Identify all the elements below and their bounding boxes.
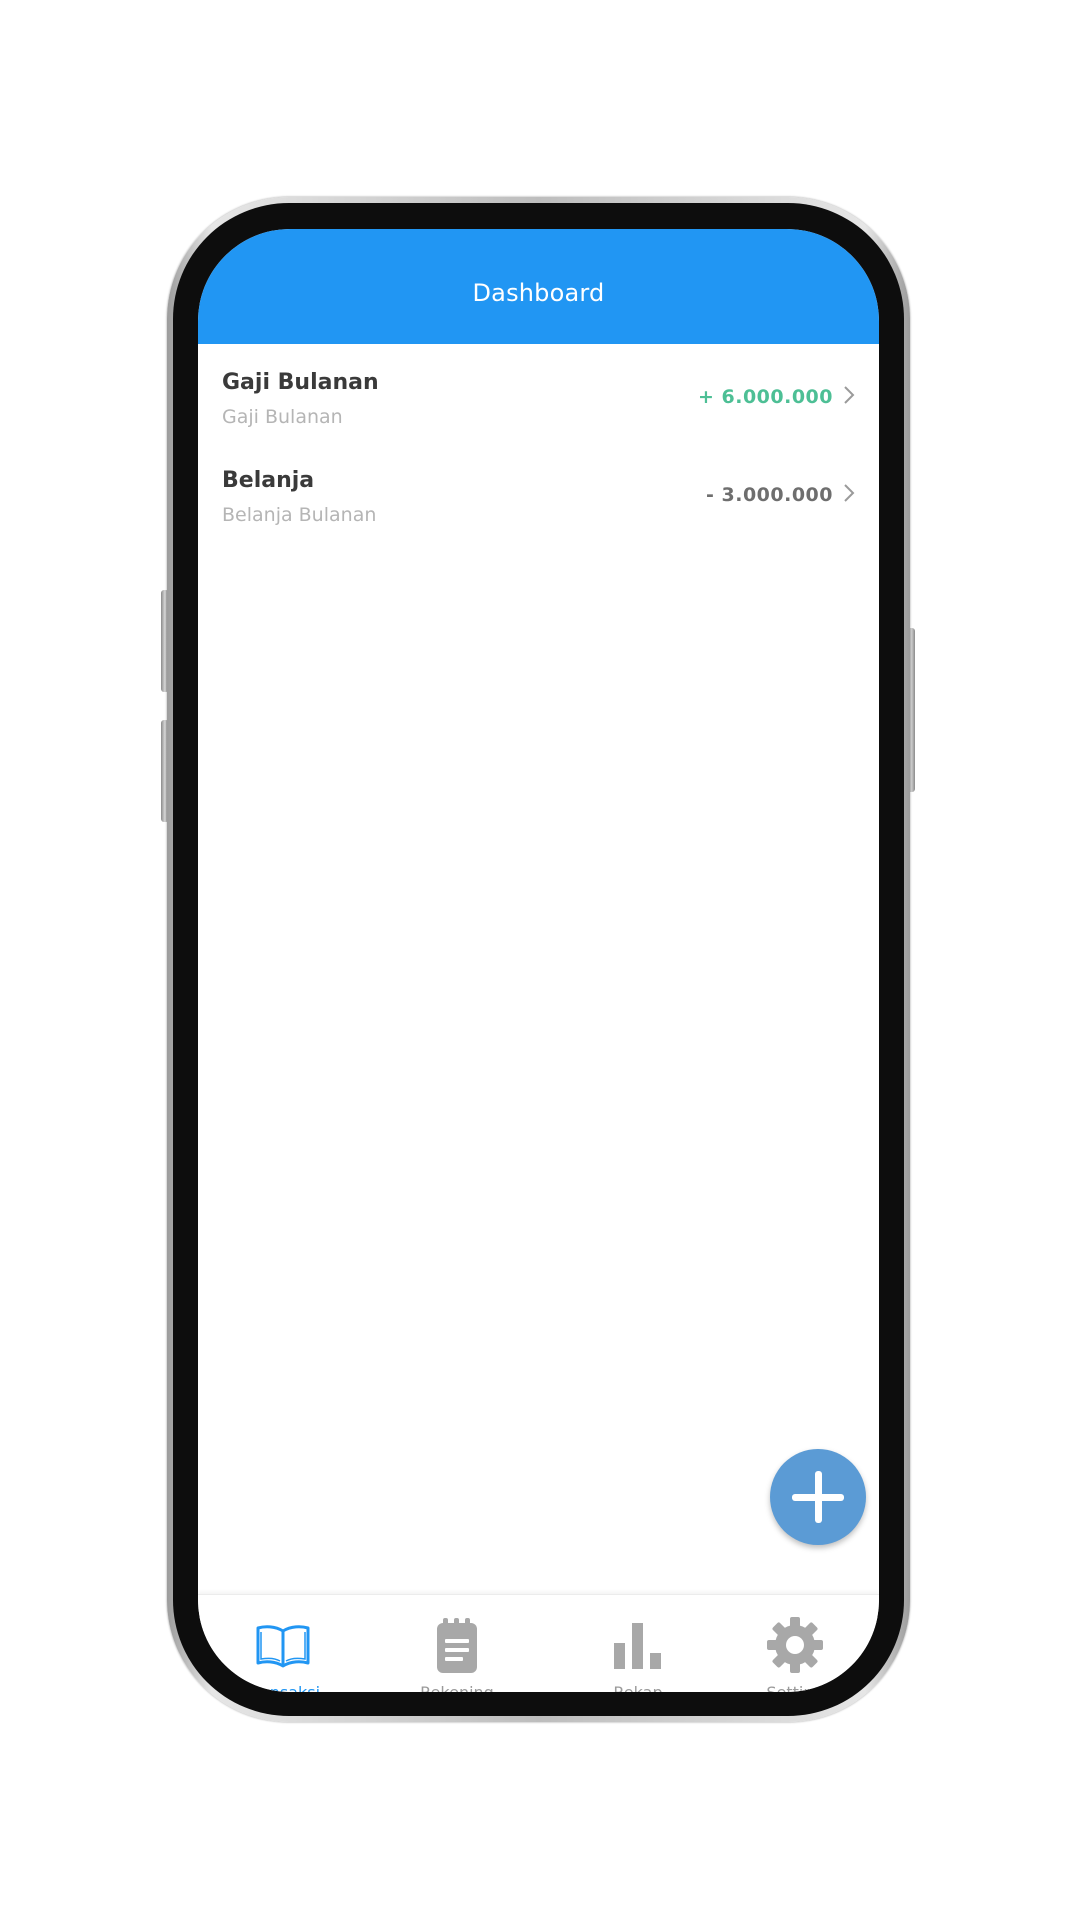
phone-screen: Dashboard Gaji Bulanan Gaji Bulanan + 6.… (198, 229, 879, 1692)
book-open-icon (256, 1625, 310, 1668)
list-item[interactable]: Gaji Bulanan Gaji Bulanan + 6.000.000 (198, 344, 879, 442)
tab-label: Setting (710, 1683, 879, 1692)
tab-label: Transaksi (198, 1683, 368, 1692)
tab-setting[interactable]: Setting (710, 1595, 879, 1692)
transaction-amount: - 3.000.000 (706, 484, 833, 506)
transaction-title: Gaji Bulanan (222, 370, 379, 395)
clipboard-icon (437, 1618, 477, 1673)
transaction-subtitle: Gaji Bulanan (222, 406, 343, 428)
page: Dashboard Gaji Bulanan Gaji Bulanan + 6.… (0, 0, 1080, 1920)
chevron-right-icon (844, 386, 855, 404)
page-title: Dashboard (472, 279, 605, 307)
add-transaction-button[interactable] (770, 1449, 866, 1545)
tab-rekening[interactable]: Rekening (372, 1595, 542, 1692)
transaction-title: Belanja (222, 468, 315, 493)
tab-rekap[interactable]: Rekap (553, 1595, 723, 1692)
bottom-nav: Transaksi Rekening (198, 1594, 879, 1692)
tab-transaksi[interactable]: Transaksi (198, 1595, 368, 1692)
app-bar: Dashboard (198, 229, 879, 344)
bar-chart-icon (614, 1623, 661, 1669)
transaction-subtitle: Belanja Bulanan (222, 504, 377, 526)
list-item[interactable]: Belanja Belanja Bulanan - 3.000.000 (198, 442, 879, 540)
transaction-list: Gaji Bulanan Gaji Bulanan + 6.000.000 Be… (198, 344, 879, 540)
transaction-amount: + 6.000.000 (697, 386, 833, 408)
tab-label: Rekap (553, 1683, 723, 1692)
gear-icon (767, 1617, 823, 1673)
tab-label: Rekening (372, 1683, 542, 1692)
chevron-right-icon (844, 484, 855, 502)
plus-icon (792, 1471, 844, 1523)
